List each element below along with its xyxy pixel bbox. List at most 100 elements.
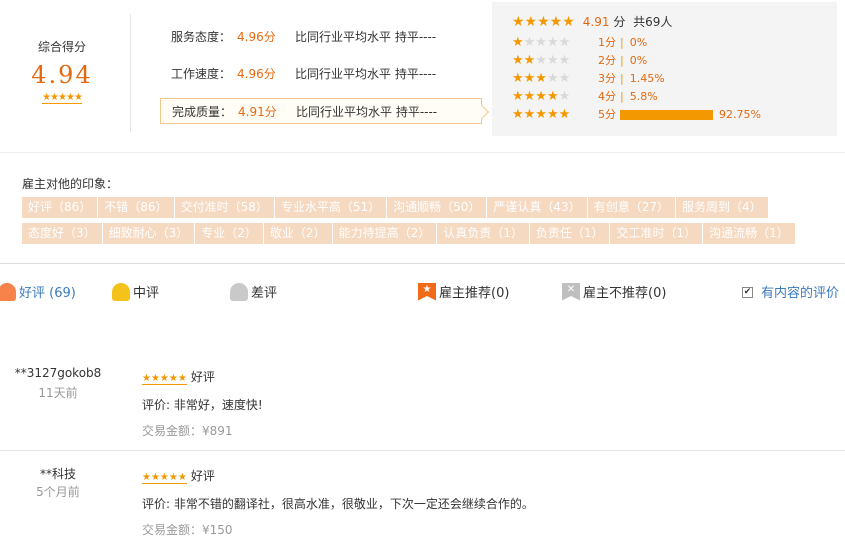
dimension-name: 工作速度： [171, 67, 232, 81]
impression-tag[interactable]: 态度好（3） [22, 223, 102, 244]
bookmark-star-icon: ★ [418, 282, 436, 301]
row-separator: | [620, 90, 624, 103]
dimension-name: 服务态度： [171, 30, 232, 44]
impression-tag[interactable]: 能力待提高（2） [332, 223, 437, 244]
review-amount: 交易金额：¥150 [142, 523, 233, 537]
row-percent: 92.75% [719, 108, 761, 121]
row-stars-on: ★★★★★ [512, 107, 571, 122]
row-stars-off: ★★★ [535, 53, 571, 68]
review-rating: ★★★★★ 好评 [142, 368, 215, 385]
row-bar [620, 110, 713, 120]
impression-tag[interactable]: 认真负责（1） [437, 223, 529, 244]
row-percent: 5.8% [629, 90, 658, 103]
row-stars: ★★★★★ [512, 52, 598, 70]
filter-mid[interactable]: 中评 [112, 281, 159, 307]
dimension-service-attitude[interactable]: 服务态度： 4.96分 比同行业平均水平 持平---- [160, 24, 482, 50]
row-percent: 1.45% [629, 72, 665, 85]
rating-summary: 综合得分 4.94 ★★★★★ 服务态度： 4.96分 比同行业平均水平 持平---… [0, 0, 845, 150]
row-stars: ★★★★★ [512, 106, 598, 124]
has-content-checkbox[interactable]: ✔ [742, 287, 753, 298]
row-separator: | [620, 72, 624, 85]
flower-icon [0, 282, 16, 301]
row-stars-on: ★★ [512, 53, 536, 68]
impression-tag[interactable]: 专业水平高（51） [274, 197, 387, 218]
flower-icon [230, 282, 248, 301]
bookmark-x-icon: ✕ [562, 282, 580, 301]
review-comment: 评价: 非常不错的翻译社，很高水准，很敬业，下次一定还会继续合作的。 [142, 497, 534, 511]
dimension-quality[interactable]: 完成质量： 4.91分 比同行业平均水平 持平---- [160, 98, 482, 124]
row-separator: | [620, 36, 624, 49]
row-stars: ★★★★★ [512, 70, 598, 88]
impression-tag[interactable]: 有创意（27） [587, 197, 675, 218]
distribution-row: ★★★★★ 1分 | 0% [512, 34, 837, 52]
row-score: 1分 [598, 36, 616, 49]
impression-tag[interactable]: 细致耐心（3） [102, 223, 195, 244]
rating-distribution: ★★★★★ 4.91 分 共69人 ★★★★★ 1分 | 0% ★★★★★ 2分 | 0% ★★★… [492, 2, 837, 136]
row-percent: 0% [629, 54, 648, 67]
row-stars: ★★★★★ [512, 88, 598, 106]
distribution-row: ★★★★★ 5分 92.75% [512, 106, 837, 124]
overall-score-label: 综合得分 [37, 40, 86, 54]
impression-tags: 好评（86） 不错（86） 交付准时（58） 专业水平高（51） 沟通顺畅（50） 严谨认… [22, 197, 842, 249]
review-item: **3127gokob8 11天前 ★★★★★ 好评 评价: 非常好，速度快! 交… [0, 352, 845, 450]
review-item: **科技 5个月前 ★★★★★ 好评 评价: 非常不错的翻译社，很高水准，很敬业，… [0, 450, 845, 538]
employer-impressions: 雇主对他的印象： 好评（86） 不错（86） 交付准时（58） 专业水平高（51） 沟通… [0, 152, 845, 264]
filter-has-content[interactable]: ✔ 有内容的评价 [742, 281, 839, 307]
impressions-title: 雇主对他的印象： [22, 177, 119, 191]
impression-tag[interactable]: 负责任（1） [529, 223, 610, 244]
review-comment: 评价: 非常好，速度快! [142, 398, 263, 412]
row-percent: 0% [629, 36, 648, 49]
review-time: 11天前 [38, 386, 78, 400]
review-amount: 交易金额：¥891 [142, 424, 233, 438]
distribution-row: ★★★★★ 3分 | 1.45% [512, 70, 837, 88]
review-time: 5个月前 [36, 485, 80, 499]
review-filters: 好评 (69) 中评 差评 ★ 雇主推荐(0) ✕ 雇主不推荐(0) ✔ 有内容的评价 [0, 281, 845, 309]
impression-tag[interactable]: 交工准时（1） [610, 223, 703, 244]
review-list: **3127gokob8 11天前 ★★★★★ 好评 评价: 非常好，速度快! 交… [0, 352, 845, 538]
distribution-unit: 分 [613, 15, 626, 29]
dimension-compare: 比同行业平均水平 持平---- [296, 105, 438, 119]
impression-tag[interactable]: 敬业（2） [263, 223, 332, 244]
impression-tag[interactable]: 专业（2） [195, 223, 263, 244]
reviewer-name[interactable]: **科技 [0, 465, 116, 482]
impression-tag[interactable]: 好评（86） [22, 197, 98, 218]
flower-icon [112, 282, 130, 301]
row-score: 4分 [598, 90, 616, 103]
impression-tag[interactable]: 服务周到（4） [675, 197, 768, 218]
filter-bad[interactable]: 差评 [230, 281, 277, 307]
row-score: 3分 [598, 72, 616, 85]
filter-recommend-label: 雇主推荐(0) [439, 286, 510, 301]
row-score: 2分 [598, 54, 616, 67]
review-rating-label: 好评 [190, 469, 215, 483]
impression-tag[interactable]: 交付准时（58） [174, 197, 274, 218]
distribution-average: 4.91 [582, 15, 610, 29]
distribution-row: ★★★★★ 4分 | 5.8% [512, 88, 837, 106]
dimension-work-speed[interactable]: 工作速度： 4.96分 比同行业平均水平 持平---- [160, 61, 482, 87]
distribution-row: ★★★★★ 2分 | 0% [512, 52, 837, 70]
filter-good[interactable]: 好评 (69) [0, 281, 76, 307]
filter-bad-label: 差评 [251, 286, 278, 301]
overall-star-rating: ★★★★★ [42, 92, 83, 104]
row-stars-off: ★ [558, 89, 571, 104]
reviewer-name[interactable]: **3127gokob8 [0, 366, 116, 380]
row-stars-on: ★★★ [512, 71, 547, 86]
row-stars-on: ★ [512, 35, 524, 50]
impression-tag[interactable]: 严谨认真（43） [487, 197, 587, 218]
filter-not-recommend-label: 雇主不推荐(0) [583, 286, 667, 301]
impression-tag[interactable]: 沟通流畅（1） [703, 223, 795, 244]
row-stars-off: ★★★★ [523, 35, 571, 50]
dimension-scores: 服务态度： 4.96分比同行业平均水平 持平---- 工作速度： 4.96分 比同行业… [160, 24, 482, 135]
review-stars: ★★★★★ [142, 373, 187, 385]
filter-recommend[interactable]: ★ 雇主推荐(0) [418, 281, 509, 307]
row-stars: ★★★★★ [512, 34, 598, 52]
dimension-value: 4.96分 [237, 30, 276, 44]
filter-not-recommend[interactable]: ✕ 雇主不推荐(0) [562, 281, 666, 307]
impression-tag[interactable]: 不错（86） [98, 197, 174, 218]
impression-tag[interactable]: 沟通顺畅（50） [387, 197, 487, 218]
row-stars-on: ★★★★ [512, 89, 559, 104]
row-stars-off: ★★ [546, 71, 571, 86]
row-score: 5分 [598, 108, 616, 121]
dimension-name: 完成质量： [172, 105, 233, 119]
dimension-value: 4.91分 [238, 105, 277, 119]
filter-good-label: 好评 (69) [19, 286, 76, 301]
